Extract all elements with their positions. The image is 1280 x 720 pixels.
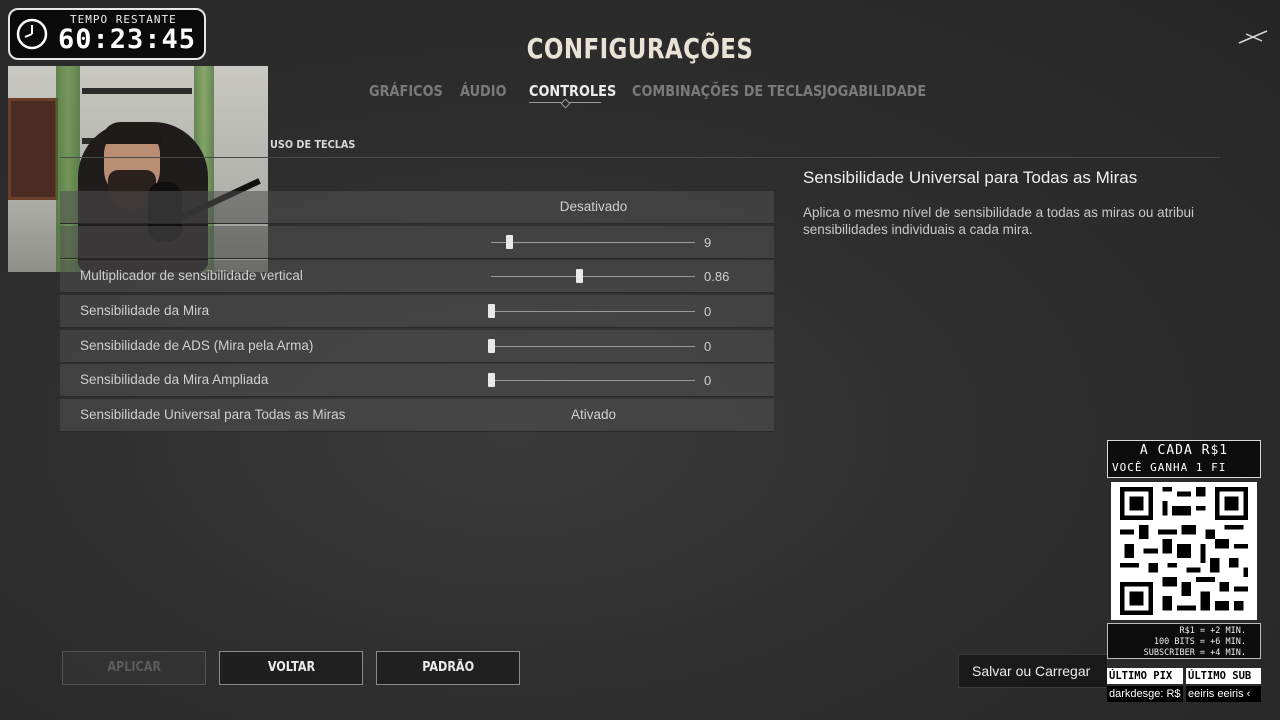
setting-row-zoomed-scope-sensitivity[interactable]: Sensibilidade da Mira Ampliada 0 [60, 364, 774, 397]
setting-row-ads-sensitivity[interactable]: Sensibilidade de ADS (Mira pela Arma) 0 [60, 330, 774, 363]
setting-row-vertical-multiplier[interactable]: Multiplicador de sensibilidade vertical … [60, 260, 774, 293]
last-pix-label: ÚLTIMO PIX [1107, 668, 1183, 684]
slider-value: 0 [704, 373, 712, 388]
save-load-button[interactable]: Salvar ou Carregar [958, 654, 1108, 688]
donation-line2: VOCÊ GANHA 1 FI [1112, 461, 1227, 474]
setting-value[interactable]: Desativado [500, 199, 687, 214]
apply-button[interactable]: APLICAR [62, 651, 206, 685]
setting-row-toggle-1[interactable]: Desativado [60, 191, 774, 224]
default-button-label: PADRÃO [422, 660, 474, 675]
slider-track[interactable] [491, 346, 695, 347]
slider-value: 0 [704, 339, 712, 354]
slider-thumb[interactable] [488, 373, 495, 387]
tab-combinacoes-de-teclas[interactable]: COMBINAÇÕES DE TECLAS [632, 82, 822, 100]
last-sub-value: eeiris eeiris ‹ [1186, 686, 1261, 702]
tab-audio[interactable]: ÁUDIO [460, 82, 507, 100]
qr-code-icon [1111, 482, 1257, 620]
last-pix-value: darkdesge: R$ [1107, 686, 1183, 702]
description-body: Aplica o mesmo nível de sensibilidade a … [803, 205, 1194, 237]
slider-thumb[interactable] [488, 339, 495, 353]
back-button[interactable]: VOLTAR [219, 651, 363, 685]
setting-label: Sensibilidade Universal para Todas as Mi… [80, 407, 346, 422]
setting-label: Sensibilidade da Mira [80, 303, 210, 318]
setting-value[interactable]: Ativado [500, 407, 687, 422]
slider-value: 0.86 [704, 269, 730, 284]
last-sub-label: ÚLTIMO SUB [1186, 668, 1261, 684]
slider-track[interactable] [491, 380, 695, 381]
donation-header: A CADA R$1 VOCÊ GANHA 1 FI [1107, 440, 1261, 478]
slider-value: 9 [704, 235, 712, 250]
tab-graficos[interactable]: GRÁFICOS [369, 82, 443, 100]
tab-jogabilidade[interactable]: JOGABILIDADE [822, 82, 926, 100]
slider-thumb[interactable] [506, 235, 514, 249]
slider-track[interactable] [491, 276, 695, 277]
slider-value: 0 [704, 304, 712, 319]
tab-controles[interactable]: CONTROLES [529, 82, 616, 100]
slider-thumb[interactable] [488, 304, 495, 318]
slider-track[interactable] [491, 242, 695, 243]
page-title: CONFIGURAÇÕES [526, 32, 754, 65]
setting-label: Sensibilidade da Mira Ampliada [80, 372, 269, 387]
back-button-label: VOLTAR [267, 660, 315, 675]
settings-tabs: GRÁFICOS ÁUDIO CONTROLES COMBINAÇÕES DE … [0, 82, 1280, 106]
setting-row-sensitivity[interactable]: 9 [60, 226, 774, 259]
close-x-icon[interactable] [1236, 28, 1270, 46]
setting-label: Sensibilidade de ADS (Mira pela Arma) [80, 338, 314, 353]
slider-track[interactable] [491, 311, 695, 312]
donation-info-line2: 100 BITS = +6 MIN. [1153, 637, 1246, 647]
wall-frame [8, 98, 58, 200]
setting-row-scope-sensitivity[interactable]: Sensibilidade da Mira 0 [60, 295, 774, 328]
clock-icon [16, 18, 48, 50]
section-divider [60, 157, 1220, 158]
donation-info-line1: R$1 = +2 MIN. [1179, 626, 1246, 636]
setting-label: Multiplicador de sensibilidade vertical [80, 268, 303, 283]
slider-thumb[interactable] [575, 269, 583, 283]
description-title: Sensibilidade Universal para Todas as Mi… [803, 168, 1138, 187]
apply-button-label: APLICAR [107, 660, 161, 675]
donation-info-line3: SUBSCRIBER = +4 MIN. [1143, 648, 1246, 658]
setting-row-universal-scope-sensitivity[interactable]: Sensibilidade Universal para Todas as Mi… [60, 399, 774, 432]
donation-info: R$1 = +2 MIN. 100 BITS = +6 MIN. SUBSCRI… [1107, 623, 1261, 659]
default-button[interactable]: PADRÃO [376, 651, 520, 685]
subtab-uso-de-teclas[interactable]: USO DE TECLAS [270, 138, 355, 151]
donation-line1: A CADA R$1 [1139, 443, 1229, 458]
